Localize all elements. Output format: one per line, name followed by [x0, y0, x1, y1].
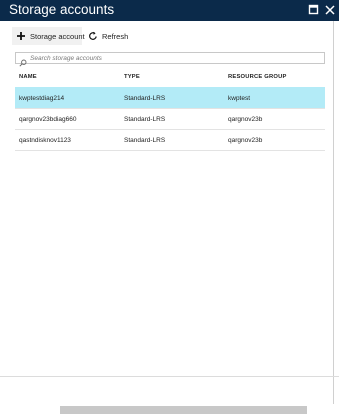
footer-divider	[0, 376, 339, 377]
close-icon[interactable]	[324, 3, 336, 15]
horizontal-scrollbar[interactable]	[60, 406, 307, 414]
add-storage-account-label: Storage account	[30, 31, 85, 41]
plus-icon	[16, 31, 26, 41]
cell-name: qastndisknov1123	[19, 137, 71, 144]
column-header-resource-group[interactable]: RESOURCE GROUP	[228, 74, 287, 80]
blade-title-bar: Storage accounts	[0, 0, 339, 21]
cell-name: qargnov23bdiag660	[19, 116, 77, 123]
table-row[interactable]: qargnov23bdiag660 Standard-LRS qargnov23…	[15, 108, 325, 129]
search-input[interactable]	[30, 53, 320, 63]
column-header-type[interactable]: TYPE	[124, 74, 140, 80]
storage-accounts-blade: Storage accounts Storage account Refresh…	[0, 0, 339, 414]
search-icon	[19, 54, 27, 67]
refresh-button[interactable]: Refresh	[88, 27, 128, 45]
add-storage-account-button[interactable]: Storage account	[12, 27, 85, 45]
cell-name: kwptestdiag214	[19, 95, 65, 102]
cell-type: Standard-LRS	[124, 116, 166, 123]
table-header: NAME TYPE RESOURCE GROUP	[15, 70, 325, 87]
cell-resource-group: qargnov23b	[228, 116, 263, 123]
cell-resource-group: kwptest	[228, 95, 251, 102]
right-divider	[333, 21, 334, 404]
blade-title: Storage accounts	[9, 2, 115, 17]
cell-type: Standard-LRS	[124, 137, 166, 144]
column-header-name[interactable]: NAME	[19, 74, 37, 80]
search-box	[15, 52, 325, 67]
storage-accounts-table: NAME TYPE RESOURCE GROUP kwptestdiag214 …	[15, 70, 325, 151]
refresh-label: Refresh	[102, 31, 129, 41]
cell-resource-group: qargnov23b	[228, 137, 263, 144]
table-row[interactable]: kwptestdiag214 Standard-LRS kwptest	[15, 87, 325, 108]
command-bar: Storage account Refresh	[0, 21, 339, 48]
refresh-icon	[88, 31, 98, 41]
table-row[interactable]: qastndisknov1123 Standard-LRS qargnov23b	[15, 129, 325, 151]
cell-type: Standard-LRS	[124, 95, 166, 102]
maximize-icon[interactable]	[308, 3, 320, 15]
